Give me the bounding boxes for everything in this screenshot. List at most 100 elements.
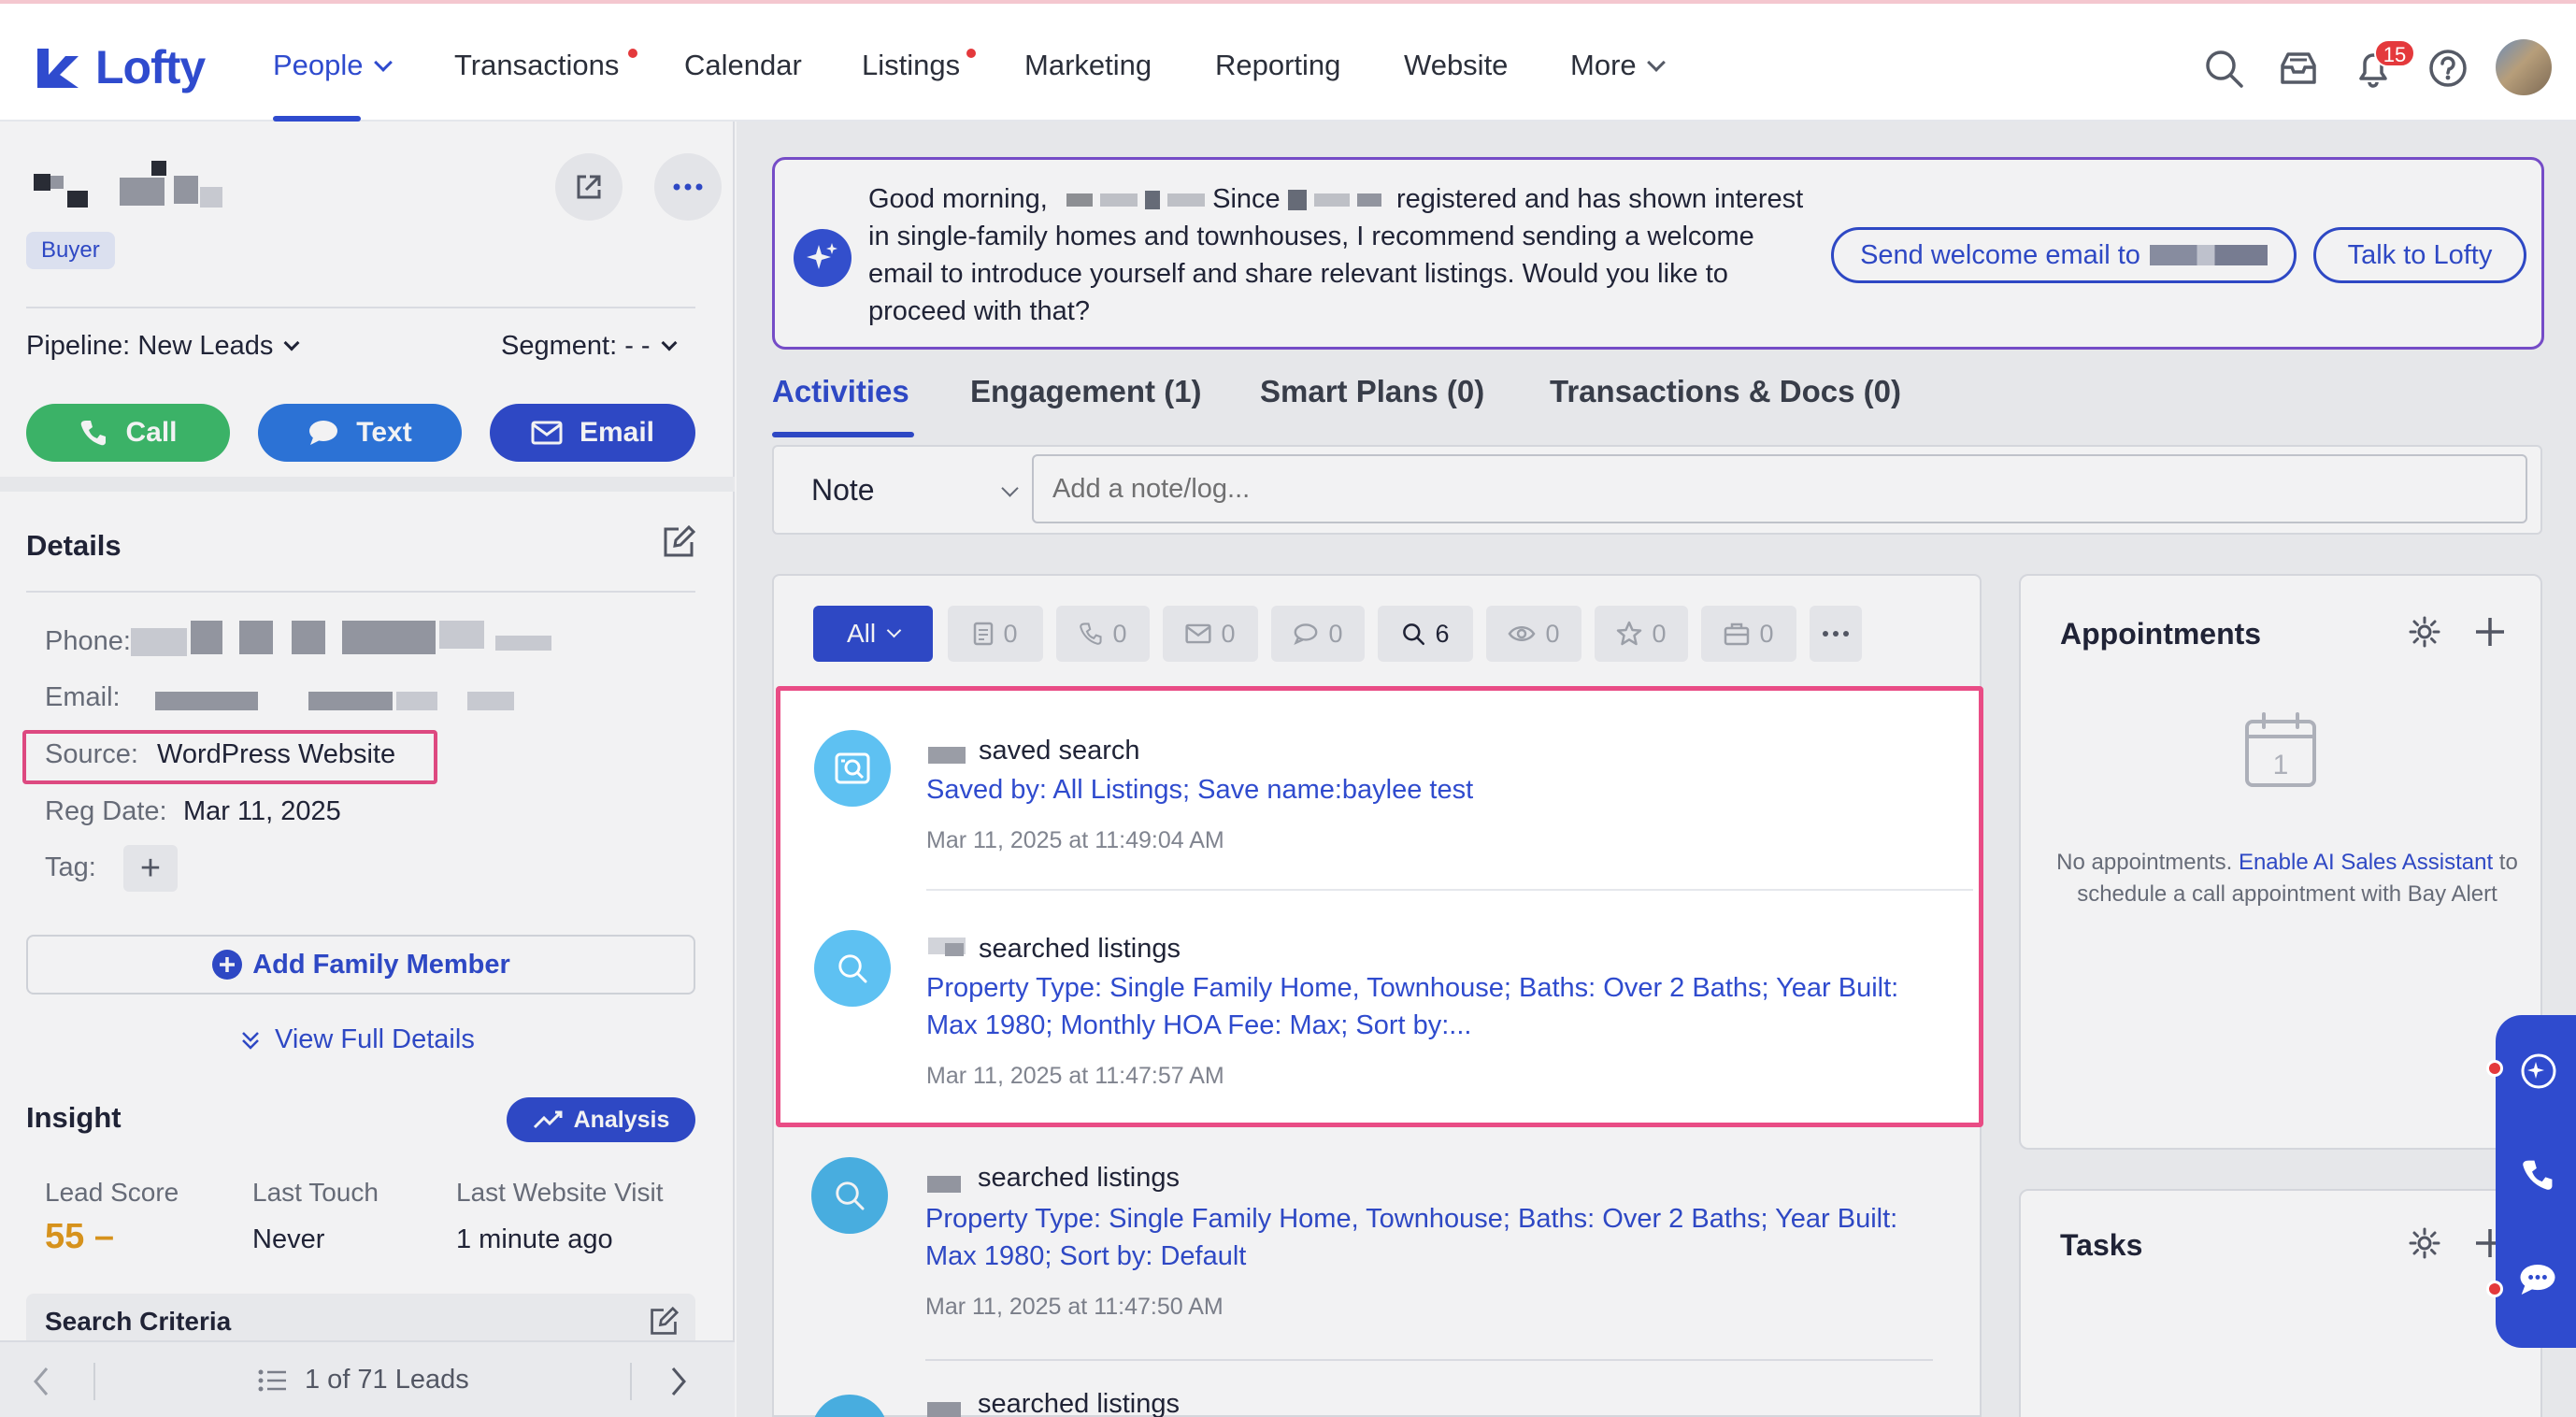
email-button[interactable]: Email — [490, 404, 695, 462]
tab-transactions-docs[interactable]: Transactions & Docs (0) — [1550, 374, 1901, 409]
top-navigation: Lofty People Transactions Calendar Listi… — [0, 0, 2576, 122]
filter-searches[interactable]: 6 — [1378, 606, 1473, 662]
chevron-right-icon[interactable] — [669, 1367, 688, 1396]
divider — [926, 889, 1973, 891]
filter-calls[interactable]: 0 — [1056, 606, 1150, 662]
note-type-label: Note — [811, 473, 875, 507]
nav-transactions[interactable]: Transactions — [454, 49, 619, 82]
double-chevron-down-icon — [242, 1031, 259, 1050]
search-icon — [836, 1181, 865, 1210]
last-visit-value: 1 minute ago — [456, 1224, 613, 1254]
nav-transactions-label: Transactions — [454, 49, 620, 81]
tab-smart-plans[interactable]: Smart Plans (0) — [1260, 374, 1484, 409]
gear-icon[interactable] — [2408, 615, 2441, 649]
insight-title: Insight — [26, 1101, 122, 1134]
plus-icon[interactable] — [2473, 615, 2507, 649]
gear-icon[interactable] — [2408, 1226, 2441, 1260]
tasks-title: Tasks — [2060, 1228, 2143, 1262]
divider — [925, 1359, 1933, 1361]
filter-calls-count: 0 — [1112, 619, 1127, 648]
share-button[interactable] — [555, 153, 623, 221]
add-tag-button[interactable]: + — [123, 845, 178, 892]
calendar-empty-icon: 1 — [2245, 712, 2316, 787]
user-avatar[interactable] — [2496, 39, 2552, 95]
filter-all-button[interactable]: All — [813, 606, 933, 662]
activity-time: Mar 11, 2025 at 11:47:57 AM — [926, 1063, 1224, 1089]
tasks-card: Tasks — [2019, 1189, 2542, 1417]
talk-to-lofty-button[interactable]: Talk to Lofty — [2313, 227, 2526, 283]
filter-views[interactable]: 0 — [1486, 606, 1581, 662]
segment-selector[interactable]: Segment: - - — [501, 331, 678, 362]
text-button[interactable]: Text — [258, 404, 462, 462]
listings-alert-dot — [966, 49, 976, 58]
edit-icon[interactable] — [662, 525, 695, 559]
alert-dot — [2486, 1060, 2503, 1077]
nav-reporting[interactable]: Reporting — [1215, 49, 1340, 82]
reg-date-value: Mar 11, 2025 — [183, 796, 341, 826]
search-activity-icon — [811, 1157, 888, 1234]
filter-more-button[interactable] — [1810, 606, 1862, 662]
nav-people[interactable]: People — [273, 49, 393, 82]
lofty-logo[interactable]: Lofty — [34, 41, 206, 93]
note-input[interactable] — [1032, 454, 2527, 523]
pager-text: 1 of 71 Leads — [305, 1365, 469, 1395]
nav-people-label: People — [273, 49, 364, 81]
filter-transactions[interactable]: 0 — [1701, 606, 1796, 662]
send-welcome-email-button[interactable]: Send welcome email to — [1831, 227, 2297, 283]
filter-emails[interactable]: 0 — [1163, 606, 1258, 662]
chevron-left-icon[interactable] — [32, 1367, 50, 1396]
nav-marketing[interactable]: Marketing — [1024, 49, 1152, 82]
source-label: Source: — [45, 739, 138, 769]
ai-text-since: Since — [1212, 184, 1281, 214]
tab-engagement[interactable]: Engagement (1) — [970, 374, 1202, 409]
activity-title: searched listings — [978, 1389, 1180, 1417]
view-full-details-link[interactable]: View Full Details — [239, 1024, 475, 1055]
nav-website[interactable]: Website — [1404, 49, 1508, 82]
redacted-name — [2149, 245, 2268, 265]
briefcase-icon — [1724, 623, 1750, 646]
activity-detail[interactable]: Property Type: Single Family Home, Townh… — [925, 1200, 1935, 1275]
send-welcome-email-label: Send welcome email to — [1860, 239, 2140, 270]
phone-icon[interactable] — [2520, 1157, 2555, 1193]
edit-icon[interactable] — [649, 1307, 679, 1337]
activity-time: Mar 11, 2025 at 11:49:04 AM — [926, 827, 1224, 853]
add-family-member-button[interactable]: Add Family Member — [26, 935, 695, 995]
filter-searches-count: 6 — [1435, 619, 1450, 648]
last-touch-label: Last Touch — [252, 1178, 379, 1207]
activity-detail[interactable]: Saved by: All Listings; Save name:baylee… — [926, 771, 1936, 809]
ai-text-greeting: Good morning, — [868, 184, 1048, 214]
chevron-down-icon — [661, 335, 678, 351]
filter-favorites[interactable]: 0 — [1595, 606, 1688, 662]
nav-more[interactable]: More — [1570, 49, 1666, 82]
lead-score-label: Lead Score — [45, 1178, 179, 1207]
note-type-select[interactable]: Note — [811, 473, 1020, 508]
inbox-icon[interactable] — [2277, 47, 2320, 90]
ai-sparkle-icon — [794, 229, 852, 287]
search-icon[interactable] — [2202, 47, 2245, 90]
pipeline-selector[interactable]: Pipeline: New Leads — [26, 331, 300, 362]
call-button[interactable]: Call — [26, 404, 230, 462]
enable-ai-sales-assistant-link[interactable]: Enable AI Sales Assistant — [2239, 850, 2493, 875]
filter-texts[interactable]: 0 — [1271, 606, 1365, 662]
nav-calendar[interactable]: Calendar — [684, 49, 802, 82]
more-options-button[interactable] — [654, 153, 722, 221]
svg-text:1: 1 — [2273, 750, 2289, 780]
phone-icon — [1080, 623, 1103, 645]
filter-views-count: 0 — [1545, 619, 1560, 648]
activity-title: saved search — [979, 736, 1140, 766]
source-value: WordPress Website — [157, 739, 396, 769]
analysis-button[interactable]: Analysis — [507, 1097, 695, 1142]
phone-label: Phone: — [45, 626, 131, 656]
nav-listings[interactable]: Listings — [862, 49, 960, 82]
help-icon[interactable] — [2426, 47, 2469, 90]
activity-detail[interactable]: Property Type: Single Family Home, Townh… — [926, 969, 1945, 1044]
tab-activities[interactable]: Activities — [772, 374, 909, 409]
empty-text-1: No appointments. — [2056, 850, 2233, 875]
ai-assistant-icon[interactable] — [2520, 1052, 2557, 1090]
filter-emails-count: 0 — [1221, 619, 1236, 648]
tab-active-indicator — [772, 432, 914, 437]
ai-suggestion-text: Good morning, Since registered and has s… — [868, 180, 1812, 330]
ai-suggestion-banner: Good morning, Since registered and has s… — [772, 157, 2544, 350]
filter-notes[interactable]: 0 — [948, 606, 1043, 662]
chat-bubble-icon[interactable] — [2518, 1262, 2557, 1297]
